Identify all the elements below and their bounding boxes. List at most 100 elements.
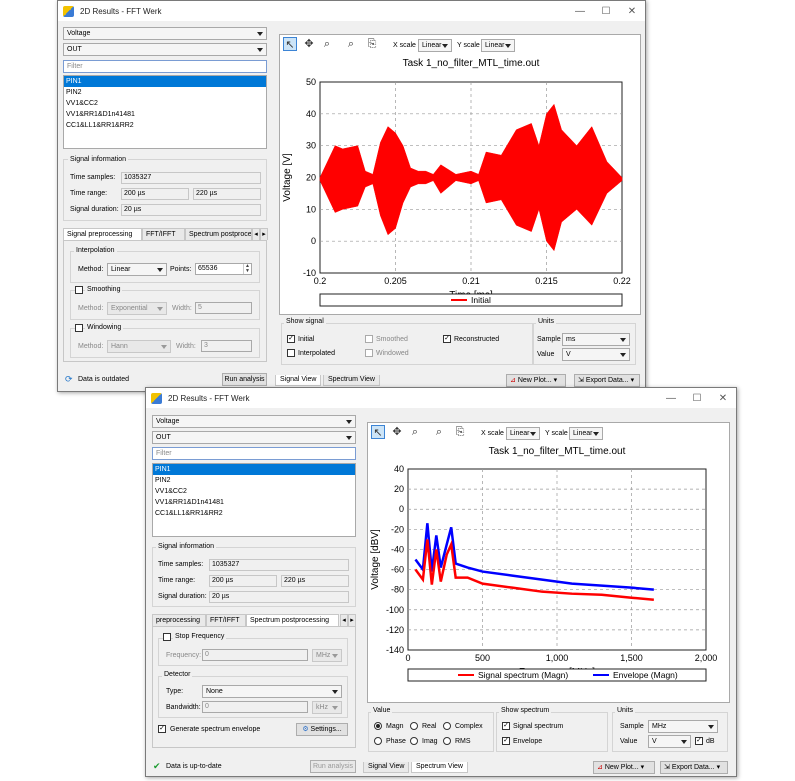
signal-list[interactable]: PIN1 PIN2 VV1&CC2 VV1&RR1&D1n41481 CC1&L…	[63, 75, 267, 149]
y-tick-label: 40	[306, 109, 316, 119]
tab-spectrum-view[interactable]: Spectrum View	[411, 762, 468, 773]
value-unit-select[interactable]: V	[648, 735, 691, 748]
zoom-out-icon[interactable]: ⌕	[344, 37, 358, 51]
yscale-select[interactable]: Linear	[481, 39, 515, 52]
frequency-field[interactable]: 0	[202, 649, 308, 661]
reconstructed-checkbox[interactable]: ✓	[443, 335, 451, 343]
envelope-spectrum-checkbox[interactable]: ✓	[502, 737, 510, 745]
spinner-icon[interactable]: ▲ ▼	[243, 264, 251, 274]
rms-radio[interactable]	[443, 737, 451, 745]
detector-type-select[interactable]: None	[202, 685, 342, 698]
new-plot-button[interactable]: ⊿ New Plot... ▾	[593, 761, 655, 774]
minimize-icon[interactable]: —	[567, 1, 593, 21]
maximize-icon[interactable]: ☐	[684, 388, 710, 408]
copy-icon[interactable]: ⎘	[365, 37, 379, 51]
new-plot-button[interactable]: ⊿ New Plot... ▾	[506, 374, 566, 387]
frequency-unit-select[interactable]: MHz	[312, 649, 342, 662]
quantity-select[interactable]: Voltage	[63, 27, 267, 40]
tab-scroll-right-icon[interactable]: ▸	[348, 614, 356, 626]
bandwidth-field[interactable]: 0	[202, 701, 308, 713]
status-text: Data is outdated	[78, 376, 129, 383]
sample-unit-select[interactable]: MHz	[648, 720, 718, 733]
interpolated-checkbox[interactable]	[287, 349, 295, 357]
list-item[interactable]: VV1&RR1&D1n41481	[64, 109, 266, 120]
interp-method-select[interactable]: Linear	[107, 263, 167, 276]
select-icon[interactable]: ↖	[283, 37, 297, 51]
tab-scroll-left-icon[interactable]: ◂	[252, 228, 260, 240]
list-item[interactable]: PIN1	[64, 76, 266, 87]
window-method-select[interactable]: Hann	[107, 340, 171, 353]
stop-frequency-checkbox[interactable]	[163, 633, 171, 641]
smoothing-checkbox[interactable]	[75, 286, 83, 294]
list-item[interactable]: PIN1	[153, 464, 355, 475]
zoom-out-icon[interactable]: ⌕	[432, 425, 446, 439]
windowing-checkbox[interactable]	[75, 324, 83, 332]
tab-spectrum-postprocessing[interactable]: Spectrum postproces	[185, 228, 252, 240]
list-item[interactable]: CC1&LL1&RR1&RR2	[153, 508, 355, 519]
interpolated-label: Interpolated	[298, 350, 335, 357]
tab-fft-ifft[interactable]: FFT/IFFT	[142, 228, 185, 240]
yscale-select[interactable]: Linear	[569, 427, 603, 440]
signal-spectrum-checkbox[interactable]: ✓	[502, 722, 510, 730]
tab-scroll-right-icon[interactable]: ▸	[260, 228, 268, 240]
windowed-checkbox[interactable]	[365, 349, 373, 357]
export-data-button[interactable]: ⇲ Export Data... ▾	[574, 374, 640, 387]
signal-chart[interactable]: Task 1_no_filter_MTL_time.out0.2 0.205 0.2…	[280, 54, 640, 314]
tab-signal-preprocessing[interactable]: preprocessing	[152, 614, 206, 626]
phase-radio[interactable]	[374, 737, 382, 745]
tab-signal-preprocessing[interactable]: Signal preprocessing	[63, 228, 142, 240]
pan-icon[interactable]: ✥	[390, 425, 404, 439]
tab-signal-view[interactable]: Signal View	[363, 762, 410, 773]
tab-spectrum-view[interactable]: Spectrum View	[323, 375, 380, 386]
interp-method-value: Linear	[111, 266, 131, 273]
list-item[interactable]: PIN2	[153, 475, 355, 486]
magn-radio[interactable]	[374, 722, 382, 730]
signal-list[interactable]: PIN1 PIN2 VV1&CC2 VV1&RR1&D1n41481 CC1&L…	[152, 463, 356, 537]
window-width-stepper[interactable]: 3	[201, 340, 252, 352]
port-select[interactable]: OUT	[63, 43, 267, 56]
filter-input[interactable]: Filter	[152, 447, 356, 460]
xscale-select[interactable]: Linear	[506, 427, 540, 440]
tab-scroll-left-icon[interactable]: ◂	[340, 614, 348, 626]
tab-signal-view[interactable]: Signal View	[275, 375, 322, 386]
xscale-select[interactable]: Linear	[418, 39, 452, 52]
zoom-icon[interactable]: ⌕	[320, 37, 334, 51]
settings-button[interactable]: ⚙ Settings...	[296, 723, 348, 736]
imag-radio[interactable]	[410, 737, 418, 745]
smooth-method-select[interactable]: Exponential	[107, 302, 167, 315]
list-item[interactable]: PIN2	[64, 87, 266, 98]
run-analysis-button[interactable]: Run analysis	[310, 760, 356, 773]
chart-title: Task 1_no_filter_MTL_time.out	[489, 446, 626, 457]
run-analysis-button[interactable]: Run analysis	[222, 373, 267, 386]
smoothed-checkbox[interactable]	[365, 335, 373, 343]
maximize-icon[interactable]: ☐	[593, 1, 619, 21]
close-icon[interactable]: ✕	[710, 388, 736, 408]
tab-fft-ifft[interactable]: FFT/IFFT	[206, 614, 246, 626]
filter-input[interactable]: Filter	[63, 60, 267, 73]
pan-icon[interactable]: ✥	[302, 37, 316, 51]
port-select[interactable]: OUT	[152, 431, 356, 444]
list-item[interactable]: VV1&CC2	[64, 98, 266, 109]
tab-spectrum-postprocessing[interactable]: Spectrum postprocessing	[246, 614, 339, 626]
real-radio[interactable]	[410, 722, 418, 730]
zoom-icon[interactable]: ⌕	[408, 425, 422, 439]
export-data-button[interactable]: ⇲ Export Data... ▾	[660, 761, 728, 774]
initial-checkbox[interactable]: ✓	[287, 335, 295, 343]
sample-unit-select[interactable]: ms	[562, 333, 630, 346]
list-item[interactable]: CC1&LL1&RR1&RR2	[64, 120, 266, 131]
list-item[interactable]: VV1&CC2	[153, 486, 355, 497]
copy-icon[interactable]: ⎘	[453, 425, 467, 439]
complex-radio[interactable]	[443, 722, 451, 730]
select-icon[interactable]: ↖	[371, 425, 385, 439]
envelope-checkbox[interactable]: ✓	[158, 725, 166, 733]
close-icon[interactable]: ✕	[619, 1, 645, 21]
db-checkbox[interactable]: ✓	[695, 737, 703, 745]
bandwidth-unit-select[interactable]: kHz	[312, 701, 342, 714]
value-unit-select[interactable]: V	[562, 348, 630, 361]
interp-points-stepper[interactable]: 65536 ▲ ▼	[195, 263, 252, 275]
list-item[interactable]: VV1&RR1&D1n41481	[153, 497, 355, 508]
spectrum-chart[interactable]: Task 1_no_filter_MTL_time.out 0 500 1,000 1,…	[368, 442, 730, 702]
smooth-width-stepper[interactable]: 5	[195, 302, 252, 314]
minimize-icon[interactable]: —	[658, 388, 684, 408]
quantity-select[interactable]: Voltage	[152, 415, 356, 428]
